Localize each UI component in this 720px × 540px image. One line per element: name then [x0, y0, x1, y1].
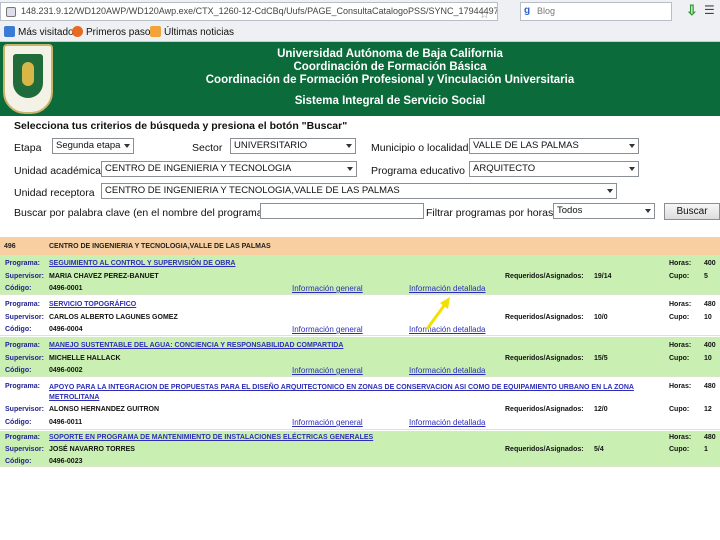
program-name-link[interactable]: SOPORTE EN PROGRAMA DE MANTENIMIENTO DE … — [49, 434, 373, 441]
sector-select[interactable]: UNIVERSITARIO — [230, 138, 356, 154]
program-code: 0496-0002 — [49, 367, 83, 374]
bookmark-icon — [4, 26, 15, 37]
hours-label: Filtrar programas por horas — [426, 207, 554, 219]
program-name-link[interactable]: APOYO PARA LA INTEGRACION DE PROPUESTAS … — [49, 383, 661, 403]
keyword-label: Buscar por palabra clave (en el nombre d… — [14, 207, 267, 219]
info-detail-link[interactable]: Información detallada — [409, 366, 486, 375]
filters-title: Selecciona tus criterios de búsqueda y p… — [14, 120, 348, 132]
info-general-link[interactable]: Información general — [292, 366, 363, 375]
supervisor-name: MICHELLE HALLACK — [49, 355, 121, 362]
search-button[interactable]: Buscar — [664, 203, 720, 220]
program-row: Programa: SOPORTE EN PROGRAMA DE MANTENIM… — [0, 431, 720, 467]
info-general-link[interactable]: Información general — [292, 325, 363, 334]
supervisor-name: CARLOS ALBERTO LAGUNES GOMEZ — [49, 314, 178, 321]
program-row: Programa: SEGUIMIENTO AL CONTROL Y SUPERV… — [0, 255, 720, 295]
program-code: 0496-0011 — [49, 419, 83, 426]
program-name-link[interactable]: SEGUIMIENTO AL CONTROL Y SUPERVISIÓN DE … — [49, 260, 235, 267]
browser-toolbar: 148.231.9.12/WD120AWP/WD120Awp.exe/CTX_1… — [0, 0, 720, 42]
program-row: Programa: APOYO PARA LA INTEGRACION DE PR… — [0, 378, 720, 430]
system-title: Sistema Integral de Servicio Social — [294, 95, 486, 107]
etapa-select[interactable]: Segunda etapa — [52, 138, 134, 154]
unit-number: 496 — [4, 243, 16, 250]
info-general-link[interactable]: Información general — [292, 418, 363, 427]
banner-line-basic: Coordinación de Formación Básica — [293, 61, 487, 73]
programa-select[interactable]: ARQUITECTO — [469, 161, 639, 177]
bookmark-star-icon[interactable]: ☆ — [479, 6, 490, 20]
chevron-down-icon — [346, 144, 352, 148]
program-code: 0496-0004 — [49, 326, 83, 333]
hours-select[interactable]: Todos — [553, 203, 655, 219]
banner-line-university: Universidad Autónoma de Baja California — [277, 48, 503, 60]
search-filters: Selecciona tus criterios de búsqueda y p… — [0, 116, 720, 224]
chevron-down-icon — [124, 144, 130, 148]
annotation-arrow-icon — [425, 297, 450, 330]
chevron-down-icon — [629, 167, 635, 171]
chevron-down-icon — [347, 167, 353, 171]
municipio-select[interactable]: VALLE DE LAS PALMAS — [469, 138, 639, 154]
banner-titles: Universidad Autónoma de Baja California … — [60, 48, 720, 87]
programa-label: Programa educativo — [371, 165, 465, 177]
url-text: 148.231.9.12/WD120AWP/WD120Awp.exe/CTX_1… — [21, 6, 498, 16]
firefox-icon — [72, 26, 83, 37]
download-icon[interactable]: ⇩ — [686, 2, 698, 19]
supervisor-name: ALONSO HERNANDEZ GUITRON — [49, 406, 160, 413]
program-name-link[interactable]: MANEJO SUSTENTABLE DEL AGUA: CONCIENCIA … — [49, 342, 343, 349]
receptora-select[interactable]: CENTRO DE INGENIERIA Y TECNOLOGIA,VALLE … — [101, 183, 617, 199]
chevron-down-icon — [629, 144, 635, 148]
banner-line-professional: Coordinación de Formación Profesional y … — [205, 74, 575, 86]
bookmarks-bar: Más visitados Primeros pasos Últimas not… — [0, 24, 720, 42]
chevron-down-icon — [645, 209, 651, 213]
receptora-label: Unidad receptora — [14, 187, 95, 199]
search-engine-icon: g — [524, 5, 531, 16]
info-detail-link[interactable]: Información detallada — [409, 418, 486, 427]
chevron-down-icon — [607, 189, 613, 193]
supervisor-name: JOSÉ NAVARRO TORRES — [49, 446, 135, 453]
sector-label: Sector — [192, 142, 223, 154]
etapa-label: Etapa — [14, 142, 42, 154]
program-code: 0496-0001 — [49, 285, 83, 292]
program-code: 0496-0023 — [49, 458, 83, 465]
info-detail-link[interactable]: Información detallada — [409, 284, 486, 293]
rss-icon — [150, 26, 161, 37]
results-panel: 496 CENTRO DE INGENIERIA Y TECNOLOGIA,VA… — [0, 237, 720, 467]
program-row: Programa: SERVICIO TOPOGRÁFICO Horas: 480 S… — [0, 296, 720, 336]
municipio-label: Municipio o localidad — [371, 142, 469, 154]
bookmark-getting-started[interactable]: Primeros pasos — [72, 26, 155, 38]
search-text: Blog — [537, 6, 556, 16]
program-name-link[interactable]: SERVICIO TOPOGRÁFICO — [49, 301, 136, 308]
address-bar[interactable]: 148.231.9.12/WD120AWP/WD120Awp.exe/CTX_1… — [0, 2, 498, 21]
info-general-link[interactable]: Información general — [292, 284, 363, 293]
university-logo — [3, 44, 53, 114]
unit-name: CENTRO DE INGENIERIA Y TECNOLOGIA,VALLE … — [49, 243, 271, 250]
browser-search-input[interactable]: g Blog — [520, 2, 672, 21]
bookmark-latest-news[interactable]: Últimas noticias — [150, 26, 234, 38]
site-info-icon[interactable] — [6, 7, 16, 17]
bookmark-most-visited[interactable]: Más visitados — [4, 26, 79, 38]
menu-icon[interactable]: ☰ — [704, 3, 715, 17]
keyword-input[interactable] — [260, 203, 424, 219]
university-banner: Universidad Autónoma de Baja California … — [0, 42, 720, 116]
logo-shield-icon — [13, 54, 43, 98]
program-row: Programa: MANEJO SUSTENTABLE DEL AGUA: CO… — [0, 337, 720, 377]
supervisor-name: MARIA CHAVEZ PEREZ-BANUET — [49, 273, 159, 280]
unit-header: 496 CENTRO DE INGENIERIA Y TECNOLOGIA,VA… — [0, 237, 720, 255]
unidad-select[interactable]: CENTRO DE INGENIERIA Y TECNOLOGIA — [101, 161, 357, 177]
unidad-label: Unidad académica — [14, 165, 101, 177]
